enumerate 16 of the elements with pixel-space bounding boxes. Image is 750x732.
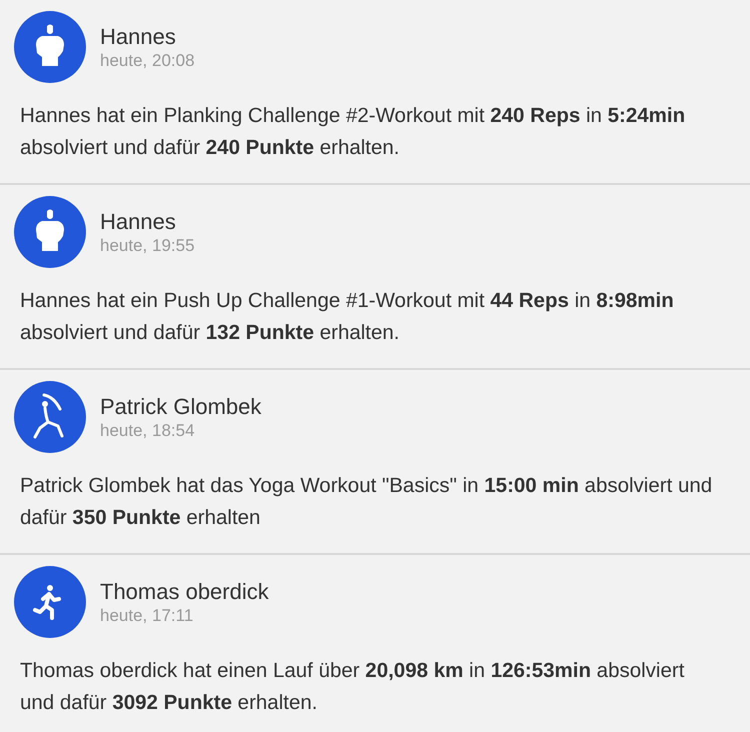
timestamp: heute, 18:54 bbox=[100, 421, 196, 441]
torso-avatar-icon bbox=[14, 196, 86, 268]
running-avatar-icon bbox=[14, 566, 86, 638]
activity-text: Hannes hat ein Planking Challenge #2-Workout mit 240 Reps in 5:24min absolviert und dafür 240 Punkte erhalten. bbox=[20, 103, 686, 161]
timestamp: heute, 19:55 bbox=[100, 236, 195, 256]
torso-avatar-icon bbox=[14, 11, 86, 83]
yoga-avatar-icon bbox=[14, 381, 86, 453]
user-name: Hannes bbox=[100, 23, 177, 51]
timestamp: heute, 20:08 bbox=[100, 51, 195, 71]
user-name: Patrick Glombek bbox=[100, 393, 262, 421]
activity-text: Hannes hat ein Push Up Challenge #1-Workout mit 44 Reps in 8:98min absolviert und dafür 132 Punkte erhalten. bbox=[20, 288, 675, 346]
timestamp: heute, 17:11 bbox=[100, 606, 194, 626]
user-name: Hannes bbox=[100, 208, 177, 236]
activity-text: Patrick Glombek hat das Yoga Workout "Basics" in 15:00 min absolviert und dafür 350 Punkte erhalten bbox=[20, 473, 714, 531]
activity-text: Thomas oberdick hat einen Lauf über 20,098 km in 126:53min absolviert und dafür 3092 Punkte erhalten. bbox=[20, 658, 686, 716]
user-name: Thomas oberdick bbox=[100, 578, 269, 606]
